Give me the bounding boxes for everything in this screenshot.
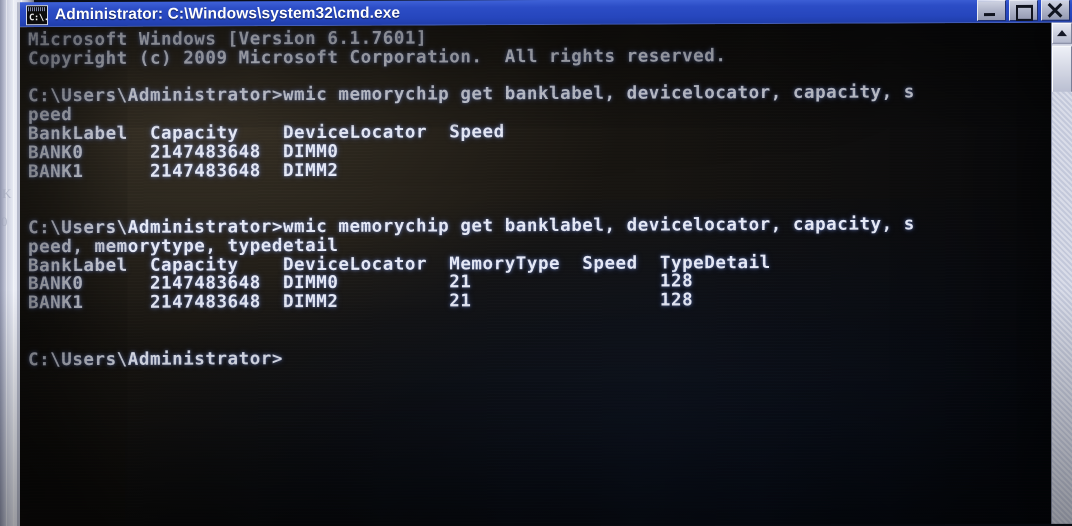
window-controls [977, 0, 1072, 22]
window-title: Administrator: C:\Windows\system32\cmd.e… [55, 4, 401, 23]
monitor-photo: K 0 C:\. Administrator: C:\Windows\syste… [0, 0, 1072, 526]
close-button[interactable] [1041, 0, 1070, 21]
console-output-area[interactable]: Microsoft Windows [Version 6.1.7601] Copy… [20, 22, 1072, 526]
scroll-up-arrow-icon[interactable] [1052, 22, 1072, 44]
scrollbar-thumb[interactable] [1052, 45, 1072, 94]
maximize-button[interactable] [1009, 0, 1038, 21]
minimize-button[interactable] [977, 0, 1006, 22]
desktop-ghost-glyph-1: K [2, 186, 12, 201]
cmd-console-icon: C:\. [26, 4, 49, 25]
screen-vignette [20, 23, 1072, 526]
scrollbar-track[interactable] [1052, 91, 1072, 524]
vertical-scrollbar[interactable] [1051, 22, 1072, 524]
cmd-window: C:\. Administrator: C:\Windows\system32\… [17, 0, 1072, 526]
desktop-ghost-glyph-2: 0 [1, 214, 8, 229]
cmd-console-icon-text: C:\. [29, 12, 49, 23]
